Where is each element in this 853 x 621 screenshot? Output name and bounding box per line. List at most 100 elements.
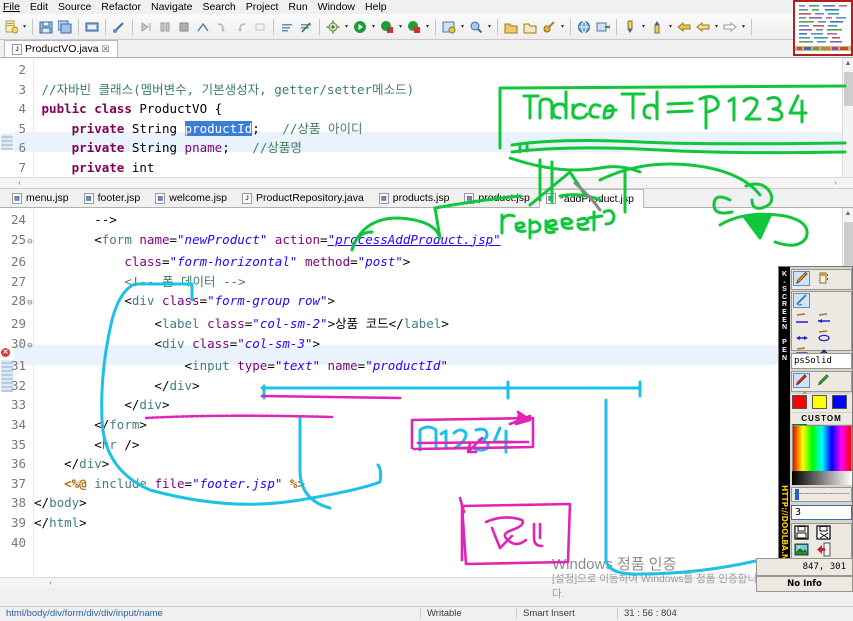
print-icon[interactable] xyxy=(83,17,101,37)
menu-item-help[interactable]: Help xyxy=(360,1,392,13)
scrollbar-thumb[interactable] xyxy=(844,72,853,106)
eraser-icon[interactable] xyxy=(815,271,832,286)
save-all-icon[interactable] xyxy=(56,17,74,37)
horizontal-scrollbar-top[interactable]: ‹ › xyxy=(0,177,853,188)
screen-pen-toolbar[interactable]: K-SCREENPEN HTTP://DOOLBA.NET psSolid CU… xyxy=(778,266,853,578)
open-browser-icon[interactable] xyxy=(575,17,593,37)
code-content-top[interactable]: 2 3 //자바빈 클래스(멤버변수, 기본생성자, getter/setter… xyxy=(0,58,853,178)
debug-dropdown[interactable]: ▾ xyxy=(397,17,404,37)
tab-welcome-jsp[interactable]: ▤ welcome.jsp xyxy=(149,189,236,208)
search-icon[interactable] xyxy=(467,17,485,37)
menu-item-source[interactable]: Source xyxy=(53,1,96,13)
debug-icon[interactable] xyxy=(378,17,396,37)
save-as-icon[interactable] xyxy=(815,525,832,540)
exit-icon[interactable] xyxy=(815,542,832,557)
save-icon[interactable] xyxy=(793,525,810,540)
menu-item-search[interactable]: Search xyxy=(197,1,240,13)
new-wizard-dropdown[interactable]: ▾ xyxy=(21,17,28,37)
search-dropdown[interactable]: ▾ xyxy=(486,17,493,37)
new-wizard-icon[interactable] xyxy=(2,17,20,37)
close-icon[interactable]: ☒ xyxy=(102,44,110,55)
run-dropdown[interactable]: ▾ xyxy=(370,17,377,37)
pause-icon[interactable] xyxy=(156,17,174,37)
disconnect-icon[interactable] xyxy=(194,17,212,37)
drop-to-frame-icon[interactable] xyxy=(251,17,269,37)
new-java-project-icon[interactable] xyxy=(540,17,558,37)
double-arrow-icon[interactable] xyxy=(793,328,810,343)
open-resource-icon[interactable] xyxy=(502,17,520,37)
arrow-left-icon[interactable] xyxy=(815,311,832,326)
skip-breakpoints-icon[interactable] xyxy=(297,17,315,37)
back-icon[interactable] xyxy=(675,17,693,37)
terminate-icon[interactable] xyxy=(175,17,193,37)
scroll-left-arrow[interactable]: ‹ xyxy=(45,578,56,588)
build-icon[interactable] xyxy=(324,17,342,37)
tab-addproduct-jsp[interactable]: ▤ *addProduct.jsp xyxy=(538,188,644,208)
scroll-up-arrow[interactable]: ▲ xyxy=(843,208,853,219)
tab-productrepository-java[interactable]: J ProductRepository.java xyxy=(236,189,373,208)
pen-style-row[interactable]: psSolid xyxy=(791,353,852,373)
menu-item-file[interactable]: File xyxy=(2,1,25,13)
scroll-left-arrow[interactable]: ‹ xyxy=(14,178,25,188)
step-into-icon[interactable] xyxy=(213,17,231,37)
profile-dropdown[interactable]: ▾ xyxy=(424,17,431,37)
freehand-icon[interactable] xyxy=(793,293,810,308)
new-folder-icon[interactable] xyxy=(521,17,539,37)
open-type-icon[interactable] xyxy=(440,17,458,37)
step-return-icon[interactable] xyxy=(232,17,250,37)
editor-productvo-java[interactable]: 2 3 //자바빈 클래스(멤버변수, 기본생성자, getter/setter… xyxy=(0,58,853,188)
forward-icon[interactable] xyxy=(721,17,739,37)
previous-annotation-icon[interactable] xyxy=(648,17,666,37)
tab-menu-jsp[interactable]: ▤ menu.jsp xyxy=(6,189,78,208)
pen-width-input[interactable]: 3 xyxy=(791,505,852,520)
ellipse-icon[interactable] xyxy=(815,328,832,343)
pencil-icon[interactable] xyxy=(793,271,810,286)
forward-dropdown[interactable]: ▾ xyxy=(740,17,747,37)
next-annotation-icon[interactable] xyxy=(621,17,639,37)
menu-item-window[interactable]: Window xyxy=(313,1,360,13)
next-annotation-dropdown[interactable]: ▾ xyxy=(640,17,647,37)
previous-annotation-dropdown[interactable]: ▾ xyxy=(667,17,674,37)
editor-addproduct-jsp[interactable]: ✕ 24 --> 25⊖ <form name="newProduct" act… xyxy=(0,208,853,588)
tab-product-jsp[interactable]: ▤ product.jsp xyxy=(458,189,538,208)
line-icon[interactable] xyxy=(793,311,810,326)
save-icon[interactable] xyxy=(37,17,55,37)
menu-item-run[interactable]: Run xyxy=(283,1,312,13)
horizontal-scrollbar-main[interactable]: ‹ › xyxy=(0,577,853,588)
menu-item-edit[interactable]: Edit xyxy=(25,1,53,13)
new-java-project-dropdown[interactable]: ▾ xyxy=(559,17,566,37)
link-icon[interactable] xyxy=(110,17,128,37)
code-content-main[interactable]: 24 --> 25⊖ <form name="newProduct" actio… xyxy=(0,208,853,552)
profile-icon[interactable] xyxy=(405,17,423,37)
run-icon[interactable] xyxy=(351,17,369,37)
color-gradient-picker[interactable] xyxy=(792,425,852,472)
tab-products-jsp[interactable]: ▤ products.jsp xyxy=(373,189,459,208)
toggle-breakpoint-icon[interactable] xyxy=(278,17,296,37)
code-thumbnail[interactable] xyxy=(793,0,853,56)
vertical-scrollbar-top[interactable]: ▲ ▼ xyxy=(842,58,853,188)
swatch-blue[interactable] xyxy=(832,395,848,409)
slider-thumb[interactable] xyxy=(795,489,799,500)
menu-item-project[interactable]: Project xyxy=(241,1,284,13)
image-icon[interactable] xyxy=(793,542,810,557)
back-icon-2[interactable] xyxy=(694,17,712,37)
open-type-dropdown[interactable]: ▾ xyxy=(459,17,466,37)
value-gradient[interactable] xyxy=(792,471,852,485)
pen-width-slider[interactable] xyxy=(791,487,852,502)
color-palette[interactable] xyxy=(791,394,852,428)
tab-productvo-java[interactable]: J ProductVO.java ☒ xyxy=(4,40,118,57)
hue-gradient[interactable] xyxy=(793,426,851,472)
back-dropdown[interactable]: ▾ xyxy=(713,17,720,37)
swatch-yellow[interactable] xyxy=(812,395,828,409)
tab-footer-jsp[interactable]: ▤ footer.jsp xyxy=(78,189,150,208)
pen-red-icon[interactable] xyxy=(793,373,810,388)
swatch-red[interactable] xyxy=(792,395,807,409)
brightness-gradient[interactable] xyxy=(792,471,852,485)
server-icon[interactable] xyxy=(594,17,612,37)
menu-item-refactor[interactable]: Refactor xyxy=(96,1,146,13)
step-over-icon[interactable] xyxy=(137,17,155,37)
pen-green-icon[interactable] xyxy=(815,373,832,388)
scroll-up-arrow[interactable]: ▲ xyxy=(843,58,853,69)
scroll-right-arrow[interactable]: › xyxy=(830,178,841,188)
build-dropdown[interactable]: ▾ xyxy=(343,17,350,37)
